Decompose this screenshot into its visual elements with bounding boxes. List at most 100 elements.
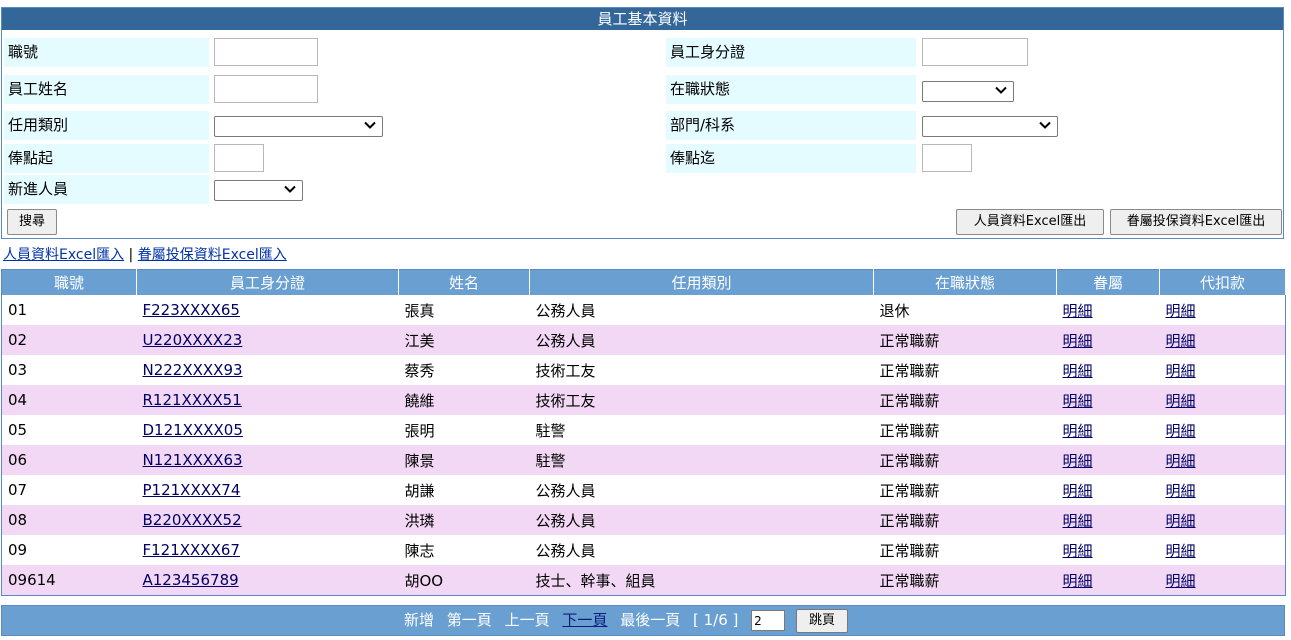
deduct-detail-link[interactable]: 明細 [1166, 482, 1196, 500]
add-link[interactable]: 新增 [404, 611, 434, 629]
col-header-category[interactable]: 任用類別 [529, 269, 874, 295]
name-cell: 饒維 [404, 391, 435, 410]
new-staff-label: 新進人員 [4, 175, 209, 204]
table-cell: 明細 [1057, 295, 1160, 325]
deduct-detail-link[interactable]: 明細 [1166, 542, 1196, 560]
deduct-detail-link[interactable]: 明細 [1166, 572, 1196, 590]
family-detail-link[interactable]: 明細 [1063, 362, 1093, 380]
status-cell: 正常職薪 [879, 451, 940, 470]
col-header-deduct[interactable]: 代扣款 [1159, 269, 1286, 295]
table-cell: 04 [1, 385, 137, 415]
deduct-detail-link[interactable]: 明細 [1166, 362, 1196, 380]
table-cell: 洪璘 [398, 505, 530, 535]
page-number-input[interactable]: 2 [751, 610, 786, 631]
table-cell: 技術工友 [529, 385, 874, 415]
deduct-detail-link[interactable]: 明細 [1166, 452, 1196, 470]
id-no-link[interactable]: F121XXXX67 [143, 541, 240, 559]
deduct-detail-link[interactable]: 明細 [1166, 302, 1196, 320]
name-cell: 胡謙 [404, 481, 435, 500]
id-no-link[interactable]: A123456789 [143, 571, 239, 589]
deduct-detail-link[interactable]: 明細 [1166, 422, 1196, 440]
table-cell: 明細 [1057, 535, 1160, 565]
link-separator: | [128, 247, 134, 263]
emp-no-input[interactable] [214, 38, 318, 66]
chevron-down-icon [1039, 121, 1051, 129]
table-body: 01 F223XXXX65 張真 公務人員 退休 明細 明細 02 U220XXXX23 江美 公務… [1, 295, 1286, 596]
jump-page-button[interactable]: 跳頁 [795, 608, 848, 633]
field-row-4: 俸點起 俸點迄 [2, 144, 1283, 175]
status-select[interactable] [922, 81, 1014, 102]
id-no-link[interactable]: U220XXXX23 [143, 331, 243, 349]
family-detail-link[interactable]: 明細 [1063, 302, 1093, 320]
category-cell: 駐警 [535, 451, 566, 470]
table-cell: N222XXXX93 [137, 355, 399, 385]
table-header-row: 職號 員工身分證 姓名 任用類別 在職狀態 眷屬 代扣款 [1, 269, 1286, 295]
chevron-down-icon [364, 121, 376, 129]
pay-from-input[interactable] [214, 144, 264, 172]
category-cell: 公務人員 [535, 331, 596, 350]
col-header-status[interactable]: 在職狀態 [873, 269, 1057, 295]
deduct-detail-link[interactable]: 明細 [1166, 332, 1196, 350]
category-cell: 公務人員 [535, 481, 596, 500]
name-cell: 江美 [404, 331, 435, 350]
id-no-input[interactable] [922, 38, 1028, 66]
status-cell: 正常職薪 [879, 331, 940, 350]
table-cell: F121XXXX67 [137, 535, 399, 565]
col-header-name[interactable]: 姓名 [398, 269, 530, 295]
search-button[interactable]: 搜尋 [7, 209, 57, 235]
first-page-link[interactable]: 第一頁 [447, 611, 492, 629]
pay-from-label: 俸點起 [4, 144, 209, 173]
category-select[interactable] [214, 116, 383, 137]
id-no-link[interactable]: B220XXXX52 [143, 511, 242, 529]
export-staff-excel-button[interactable]: 人員資料Excel匯出 [956, 209, 1104, 235]
id-no-link[interactable]: F223XXXX65 [143, 301, 240, 319]
deduct-detail-link[interactable]: 明細 [1166, 392, 1196, 410]
name-input[interactable] [214, 75, 318, 103]
chevron-down-icon [284, 185, 296, 193]
id-no-link[interactable]: P121XXXX74 [143, 481, 241, 499]
status-label: 在職狀態 [666, 75, 916, 104]
family-detail-link[interactable]: 明細 [1063, 542, 1093, 560]
table-cell: 公務人員 [529, 505, 874, 535]
family-detail-link[interactable]: 明細 [1063, 332, 1093, 350]
export-family-excel-button[interactable]: 眷屬投保資料Excel匯出 [1110, 209, 1282, 235]
prev-page-link[interactable]: 上一頁 [505, 611, 550, 629]
id-no-link[interactable]: N222XXXX93 [143, 361, 243, 379]
id-no-link[interactable]: R121XXXX51 [143, 391, 242, 409]
status-cell: 正常職薪 [879, 511, 940, 530]
table-cell: 01 [2, 295, 137, 325]
col-header-emp-no[interactable]: 職號 [1, 269, 137, 295]
table-cell: 07 [2, 475, 137, 505]
table-cell: 明細 [1159, 445, 1286, 475]
family-detail-link[interactable]: 明細 [1063, 512, 1093, 530]
table-cell: D121XXXX05 [137, 415, 399, 445]
field-row-5: 新進人員 [2, 175, 1283, 206]
pager-bar: 新增 第一頁 上一頁 下一頁 最後一頁 [ 1/6 ] 2 跳頁 [1, 605, 1285, 636]
col-header-family[interactable]: 眷屬 [1056, 269, 1160, 295]
family-detail-link[interactable]: 明細 [1063, 452, 1093, 470]
table-cell: 饒維 [398, 385, 530, 415]
col-header-id-no[interactable]: 員工身分證 [136, 269, 399, 295]
id-no-link[interactable]: N121XXXX63 [143, 451, 243, 469]
next-page-link[interactable]: 下一頁 [562, 611, 607, 629]
import-family-excel-link[interactable]: 眷屬投保資料Excel匯入 [138, 247, 287, 263]
category-cell: 技術工友 [535, 361, 596, 380]
table-cell: R121XXXX51 [136, 385, 399, 415]
field-row-3: 任用類別 部門/科系 [2, 111, 1283, 142]
table-cell: 張明 [399, 415, 530, 445]
table-cell: 06 [1, 445, 137, 475]
family-detail-link[interactable]: 明細 [1063, 482, 1093, 500]
table-cell: 正常職薪 [873, 565, 1057, 596]
table-cell: 02 [1, 325, 137, 355]
new-staff-select[interactable] [214, 180, 303, 201]
id-no-link[interactable]: D121XXXX05 [143, 421, 243, 439]
import-staff-excel-link[interactable]: 人員資料Excel匯入 [3, 247, 124, 263]
family-detail-link[interactable]: 明細 [1063, 422, 1093, 440]
last-page-link[interactable]: 最後一頁 [620, 611, 680, 629]
search-panel: 員工基本資料 職號 員工身分證 員工姓名 在職狀態 任用類別 部門/科系 俸點起 [1, 7, 1284, 239]
pay-to-input[interactable] [922, 144, 972, 172]
deduct-detail-link[interactable]: 明細 [1166, 512, 1196, 530]
family-detail-link[interactable]: 明細 [1063, 572, 1093, 590]
family-detail-link[interactable]: 明細 [1063, 392, 1093, 410]
dept-select[interactable] [922, 116, 1058, 137]
